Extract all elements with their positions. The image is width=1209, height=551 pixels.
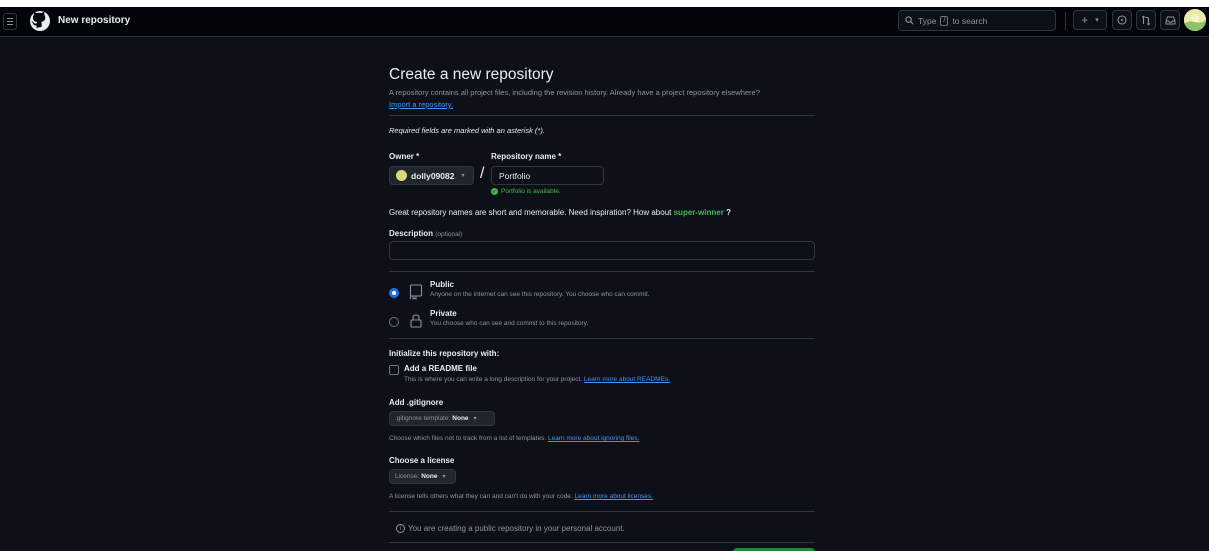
optional-hint: (optional): [435, 231, 463, 238]
chevron-down-icon: ▾: [473, 416, 477, 422]
readme-checkbox[interactable]: [389, 365, 399, 375]
availability-status: ✓ Portfolio is available.: [491, 188, 561, 195]
chevron-down-icon: ▾: [442, 474, 446, 480]
divider: [389, 115, 815, 116]
app-window: New repository Type / to search + ▾ Crea…: [0, 7, 1209, 551]
inspiration-suffix: ?: [726, 208, 731, 217]
owner-value: dolly09082: [411, 170, 455, 181]
form-subtitle: A repository contains all project files,…: [389, 88, 760, 97]
gitignore-select-value: None: [452, 415, 469, 422]
public-description: Anyone on the internet can see this repo…: [430, 291, 650, 298]
issues-button[interactable]: [1112, 10, 1132, 30]
learn-gitignore-link[interactable]: Learn more about ignoring files.: [548, 435, 639, 442]
search-prefix: Type: [918, 15, 937, 26]
user-avatar[interactable]: [1184, 9, 1206, 31]
create-new-button[interactable]: + ▾: [1073, 10, 1107, 30]
repo-icon: [409, 284, 423, 300]
search-suffix: to search: [952, 15, 988, 26]
owner-select[interactable]: dolly09082 ▾: [389, 166, 474, 185]
license-title: Choose a license: [389, 456, 455, 465]
initialize-title: Initialize this repository with:: [389, 349, 500, 358]
issues-icon: [1117, 15, 1127, 25]
owner-repo-separator: /: [480, 165, 485, 182]
pull-request-icon: [1142, 15, 1150, 25]
form-title: Create a new repository: [389, 66, 554, 83]
inspiration-text: Great repository names are short and mem…: [389, 208, 672, 217]
avatar-image-icon: [1184, 9, 1206, 31]
page-title: New repository: [58, 15, 131, 26]
search-shortcut-key: /: [940, 15, 949, 26]
license-select[interactable]: License: None ▾: [389, 469, 456, 484]
gitignore-template-select[interactable]: .gitignore template: None ▾: [389, 411, 495, 426]
top-header: New repository Type / to search + ▾: [0, 7, 1209, 37]
divider: [389, 338, 815, 339]
private-description: You choose who can see and commit to thi…: [430, 320, 589, 327]
inbox-icon: [1165, 16, 1175, 24]
menu-icon[interactable]: [3, 13, 17, 30]
license-help-text: A license tells others what they can and…: [389, 493, 573, 500]
license-help: A license tells others what they can and…: [389, 493, 653, 500]
visibility-option-public[interactable]: Public Anyone on the internet can see th…: [389, 280, 650, 300]
description-label: Description (optional): [389, 229, 462, 238]
visibility-info: i You are creating a public repository i…: [396, 524, 625, 533]
plus-icon: +: [1081, 13, 1089, 27]
visibility-option-private[interactable]: Private You choose who can see and commi…: [389, 309, 588, 329]
readme-option[interactable]: Add a README file This is where you can …: [389, 364, 670, 383]
learn-license-link[interactable]: Learn more about licenses.: [575, 493, 653, 500]
github-logo-icon[interactable]: [30, 11, 50, 31]
public-title: Public: [430, 280, 455, 289]
gitignore-select-prefix: .gitignore template:: [395, 415, 451, 422]
gitignore-help: Choose which files not to track from a l…: [389, 435, 639, 442]
gitignore-help-text: Choose which files not to track from a l…: [389, 435, 547, 442]
lock-icon: [410, 314, 422, 328]
divider: [389, 511, 815, 512]
inbox-button[interactable]: [1160, 10, 1180, 30]
description-input[interactable]: [389, 241, 815, 260]
license-select-prefix: License:: [395, 473, 420, 480]
info-text: You are creating a public repository in …: [408, 524, 625, 533]
gitignore-title: Add .gitignore: [389, 398, 444, 407]
private-radio[interactable]: [389, 317, 399, 327]
info-icon: i: [396, 524, 405, 533]
pull-requests-button[interactable]: [1136, 10, 1156, 30]
learn-readme-link[interactable]: Learn more about READMEs.: [584, 376, 670, 383]
check-circle-icon: ✓: [491, 188, 498, 195]
owner-avatar: [396, 170, 407, 181]
chevron-down-icon: ▾: [461, 173, 465, 179]
owner-label: Owner *: [389, 152, 420, 161]
search-icon: [905, 16, 914, 25]
divider: [389, 542, 815, 543]
search-input[interactable]: Type / to search: [898, 10, 1056, 31]
readme-title: Add a README file: [404, 364, 477, 373]
private-title: Private: [430, 309, 457, 318]
repository-name-label: Repository name *: [491, 152, 562, 161]
chevron-down-icon: ▾: [1095, 17, 1099, 24]
import-repository-link[interactable]: Import a repository.: [389, 100, 453, 109]
required-fields-note: Required fields are marked with an aster…: [389, 126, 545, 135]
public-radio[interactable]: [389, 288, 399, 298]
name-suggestion-button[interactable]: super-winner: [674, 208, 724, 217]
availability-text: Portfolio is available.: [501, 188, 561, 195]
header-divider: [1065, 12, 1066, 30]
readme-description: This is where you can write a long descr…: [404, 376, 670, 383]
repository-name-input[interactable]: [491, 166, 604, 185]
divider: [389, 271, 815, 272]
name-inspiration: Great repository names are short and mem…: [389, 208, 731, 217]
readme-help-text: This is where you can write a long descr…: [404, 376, 583, 383]
license-select-value: None: [421, 473, 438, 480]
description-label-text: Description: [389, 229, 434, 238]
